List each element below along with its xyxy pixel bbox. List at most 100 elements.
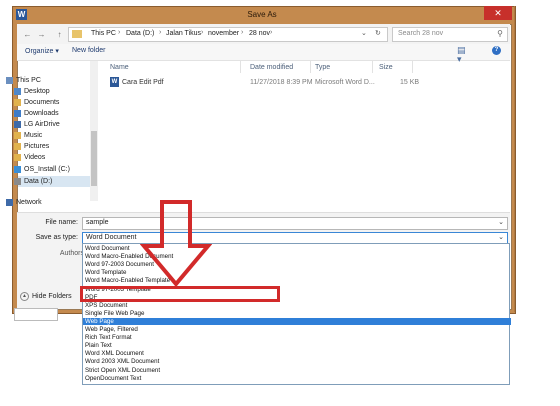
- breadcrumb-november[interactable]: november: [208, 30, 239, 37]
- sidebar-item-downloads[interactable]: Downloads: [14, 108, 59, 119]
- search-placeholder: Search 28 nov: [398, 30, 444, 37]
- videos-icon: [14, 154, 21, 161]
- breadcrumb-28-nov[interactable]: 28 nov: [249, 30, 270, 37]
- sidebar-item-label: Music: [24, 132, 43, 139]
- window-title: Save As: [247, 10, 277, 19]
- sidebar-item-network[interactable]: Network: [6, 197, 42, 208]
- address-dropdown-icon[interactable]: ⌄: [361, 29, 367, 37]
- chevron-up-icon: ▲: [20, 292, 29, 301]
- dropdown-option[interactable]: Strict Open XML Document: [83, 367, 511, 374]
- drive-icon: [14, 178, 21, 185]
- back-button[interactable]: ←: [23, 30, 32, 39]
- forward-button[interactable]: →: [37, 30, 46, 39]
- computer-icon: [6, 77, 13, 84]
- breadcrumb-separator[interactable]: ›: [241, 29, 243, 36]
- sidebar-item-label: Documents: [24, 99, 60, 106]
- sidebar-item-label: Pictures: [24, 143, 50, 150]
- help-icon[interactable]: ?: [492, 46, 501, 55]
- sidebar-item-documents[interactable]: Documents: [14, 97, 59, 108]
- search-input[interactable]: Search 28 nov ⚲: [392, 27, 508, 42]
- sidebar-item-lg-airdrive[interactable]: LG AirDrive: [14, 119, 60, 130]
- address-bar[interactable]: This PC › Data (D:) › Jalan Tikus › nove…: [68, 27, 388, 42]
- sidebar-item-label: Data (D:): [24, 178, 53, 185]
- sidebar-item-label: Videos: [24, 154, 46, 161]
- close-button[interactable]: ✕: [484, 6, 512, 20]
- chevron-down-icon[interactable]: ⌄: [498, 218, 504, 226]
- button-outline: [14, 308, 58, 321]
- sidebar-item-label: Network: [16, 199, 42, 206]
- column-divider[interactable]: [240, 61, 241, 73]
- breadcrumb-this-pc[interactable]: This PC: [91, 30, 116, 37]
- breadcrumb-jalan-tikus[interactable]: Jalan Tikus: [166, 30, 201, 37]
- column-divider[interactable]: [310, 61, 311, 73]
- file-list-header: Name Date modified Type Size: [100, 61, 508, 73]
- save-as-type-value: Word Document: [86, 234, 137, 241]
- drive-icon: [14, 121, 21, 128]
- change-view-icon[interactable]: ▤ ▾: [457, 46, 467, 64]
- red-arrow-annotation: [140, 200, 212, 288]
- dropdown-option[interactable]: XPS Document: [83, 302, 511, 309]
- sidebar-item-music[interactable]: Music: [14, 130, 42, 141]
- sidebar-item-pictures[interactable]: Pictures: [14, 141, 49, 152]
- file-size: 15 KB: [400, 79, 420, 86]
- word-app-icon: W: [16, 9, 27, 20]
- file-row[interactable]: W Cara Edit Pdf 11/27/2018 8:39 PM Micro…: [108, 75, 508, 89]
- save-as-type-label: Save as type:: [35, 234, 78, 241]
- file-date: 11/27/2018 8:39 PM: [250, 79, 313, 86]
- sidebar-item-desktop[interactable]: Desktop: [14, 86, 50, 97]
- windows-drive-icon: [14, 166, 21, 173]
- red-highlight-box: [80, 286, 280, 302]
- music-icon: [14, 132, 21, 139]
- column-date-modified[interactable]: Date modified: [250, 64, 293, 71]
- file-name: Cara Edit Pdf: [122, 79, 164, 86]
- downloads-icon: [14, 110, 21, 117]
- dropdown-option[interactable]: Single File Web Page: [83, 310, 511, 317]
- breadcrumb-separator[interactable]: ›: [201, 29, 203, 36]
- column-type[interactable]: Type: [315, 64, 330, 71]
- dropdown-option[interactable]: OpenDocument Text: [83, 375, 511, 382]
- sidebar-item-data-d[interactable]: Data (D:): [14, 176, 52, 187]
- up-button[interactable]: ↑: [55, 30, 64, 39]
- dropdown-option[interactable]: Word XML Document: [83, 350, 511, 357]
- word-document-icon: W: [110, 77, 119, 87]
- column-divider[interactable]: [412, 61, 413, 73]
- chevron-down-icon[interactable]: ⌄: [498, 233, 504, 241]
- dropdown-option[interactable]: Rich Text Format: [83, 334, 511, 341]
- folder-icon: [72, 30, 82, 38]
- sidebar-item-label: Desktop: [24, 88, 50, 95]
- filename-value: sample: [86, 219, 109, 226]
- dropdown-option[interactable]: Word 2003 XML Document: [83, 358, 511, 365]
- breadcrumb-separator[interactable]: ›: [118, 29, 120, 36]
- authors-label: Authors: [59, 250, 84, 257]
- column-size[interactable]: Size: [379, 64, 393, 71]
- filename-label: File name:: [45, 219, 78, 226]
- dropdown-option[interactable]: Plain Text: [83, 342, 511, 349]
- breadcrumb-data-drive[interactable]: Data (D:): [126, 30, 154, 37]
- sidebar-item-this-pc[interactable]: This PC: [6, 75, 41, 86]
- sidebar-item-label: This PC: [16, 77, 41, 84]
- scrollbar-thumb[interactable]: [91, 131, 97, 186]
- desktop-icon: [14, 88, 21, 95]
- column-name[interactable]: Name: [110, 64, 129, 71]
- breadcrumb-separator[interactable]: ›: [270, 29, 272, 36]
- sidebar-item-label: Downloads: [24, 110, 59, 117]
- navigation-scrollbar[interactable]: [90, 61, 98, 201]
- dropdown-option[interactable]: Web Page: [83, 317, 511, 325]
- new-folder-button[interactable]: New folder: [72, 47, 105, 54]
- sidebar-item-os-install-c[interactable]: OS_Install (C:): [14, 164, 70, 175]
- title-bar[interactable]: W Save As ✕: [12, 6, 516, 24]
- network-icon: [6, 199, 13, 206]
- dropdown-option[interactable]: Web Page, Filtered: [83, 326, 511, 333]
- pictures-icon: [14, 143, 21, 150]
- column-divider[interactable]: [372, 61, 373, 73]
- documents-icon: [14, 99, 21, 106]
- sidebar-item-videos[interactable]: Videos: [14, 152, 45, 163]
- window-edge: [514, 6, 515, 312]
- breadcrumb-separator[interactable]: ›: [159, 29, 161, 36]
- refresh-icon[interactable]: ↻: [375, 29, 381, 37]
- command-toolbar: Organize ▾ New folder ▤ ▾ ?: [17, 44, 510, 64]
- organize-button[interactable]: Organize ▾: [25, 47, 59, 55]
- hide-folders-button[interactable]: ▲ Hide Folders: [20, 292, 72, 301]
- file-type: Microsoft Word D...: [315, 79, 375, 86]
- search-icon[interactable]: ⚲: [497, 29, 503, 38]
